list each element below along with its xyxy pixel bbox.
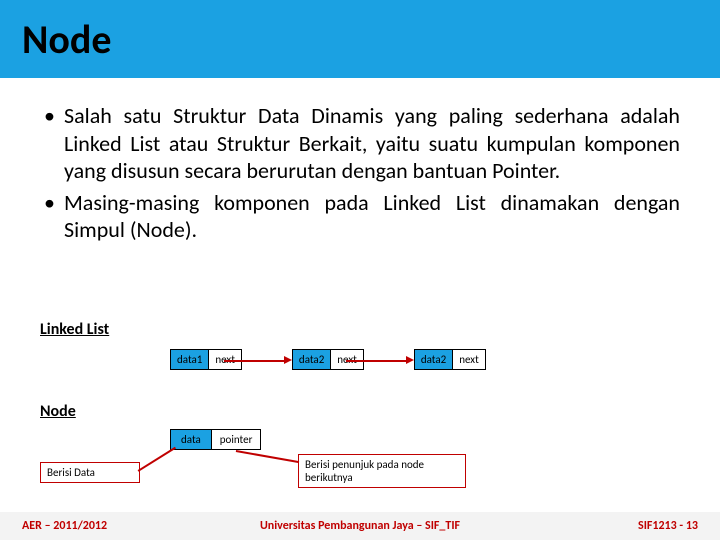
content-area: Salah satu Struktur Data Dinamis yang pa…: [0, 78, 720, 244]
footer-right: SIF1213 - 13: [638, 519, 698, 533]
page-title: Node: [22, 15, 111, 64]
node-pointer-field: pointer: [211, 429, 262, 450]
node-section-label: Node: [40, 402, 680, 421]
callout-connector: [236, 450, 299, 463]
footer-center: Universitas Pembangunan Jaya – SIF_TIF: [0, 519, 720, 533]
footer-bar: AER – 2011/2012 Universitas Pembangunan …: [0, 512, 720, 540]
node-data-cell: data2: [414, 349, 452, 370]
bullet-list: Salah satu Struktur Data Dinamis yang pa…: [40, 102, 680, 244]
node-data-cell: data2: [292, 349, 330, 370]
bullet-item: Masing-masing komponen pada Linked List …: [40, 189, 680, 244]
callout-pointer: Berisi penunjuk pada node berikutnya: [298, 454, 466, 488]
node-row: data pointer: [170, 429, 680, 450]
arrow-connector: [242, 359, 292, 360]
bullet-item: Salah satu Struktur Data Dinamis yang pa…: [40, 102, 680, 185]
linked-list-row: data1 next data2 next data2 next: [170, 349, 680, 370]
callout-connector: [138, 447, 176, 472]
diagram-area: Linked List data1 next data2 next data2 …: [40, 320, 680, 450]
linked-list-label: Linked List: [40, 320, 680, 339]
callout-data: Berisi Data: [40, 462, 140, 483]
node-data-field: data: [170, 429, 211, 450]
node-data-cell: data1: [170, 349, 208, 370]
title-bar: Node: [0, 0, 720, 78]
arrow-connector: [364, 359, 414, 360]
node-next-cell: next: [452, 349, 486, 370]
